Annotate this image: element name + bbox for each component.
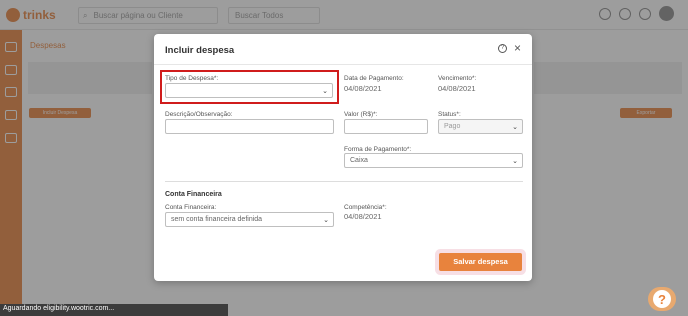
status-label: Status*: <box>438 111 461 118</box>
conta-financeira-value: sem conta financeira definida <box>171 216 263 223</box>
conta-financeira-select[interactable]: sem conta financeira definida ⌄ <box>165 212 334 227</box>
chevron-down-icon: ⌄ <box>512 124 518 131</box>
modal-title: Incluir despesa <box>165 45 235 56</box>
highlight-box <box>160 70 339 104</box>
competencia-label: Competência*: <box>344 204 387 211</box>
modal-divider <box>154 64 532 65</box>
vencimento-value[interactable]: 04/08/2021 <box>438 84 476 93</box>
save-button[interactable]: Salvar despesa <box>439 253 522 271</box>
forma-pagamento-label: Forma de Pagamento*: <box>344 146 412 153</box>
chevron-down-icon: ⌄ <box>512 158 518 165</box>
vencimento-label: Vencimento*: <box>438 75 477 82</box>
browser-status-bar: Aguardando eligibility.wootric.com... <box>0 304 228 316</box>
help-icon[interactable]: ? <box>498 44 507 53</box>
forma-pagamento-select[interactable]: Caixa ⌄ <box>344 153 523 168</box>
status-select[interactable]: Pago ⌄ <box>438 119 523 134</box>
valor-input[interactable] <box>344 119 428 134</box>
close-icon[interactable]: × <box>514 42 521 54</box>
chevron-down-icon: ⌄ <box>323 217 329 224</box>
conta-financeira-label: Conta Financeira: <box>165 204 217 211</box>
valor-label: Valor (R$)*: <box>344 111 378 118</box>
help-chat-button[interactable]: ? <box>648 287 676 311</box>
competencia-value[interactable]: 04/08/2021 <box>344 212 382 221</box>
incluir-despesa-modal: Incluir despesa ? × Tipo de Despesa*: ⌄ … <box>154 34 532 281</box>
descricao-label: Descrição/Observação: <box>165 111 233 118</box>
data-pagamento-value[interactable]: 04/08/2021 <box>344 84 382 93</box>
conta-financeira-section-title: Conta Financeira <box>165 191 222 198</box>
forma-pagamento-value: Caixa <box>350 157 368 164</box>
data-pagamento-label: Data de Pagamento: <box>344 75 404 82</box>
question-icon: ? <box>653 290 671 308</box>
descricao-input[interactable] <box>165 119 334 134</box>
section-divider <box>165 181 523 182</box>
status-value: Pago <box>444 123 461 130</box>
